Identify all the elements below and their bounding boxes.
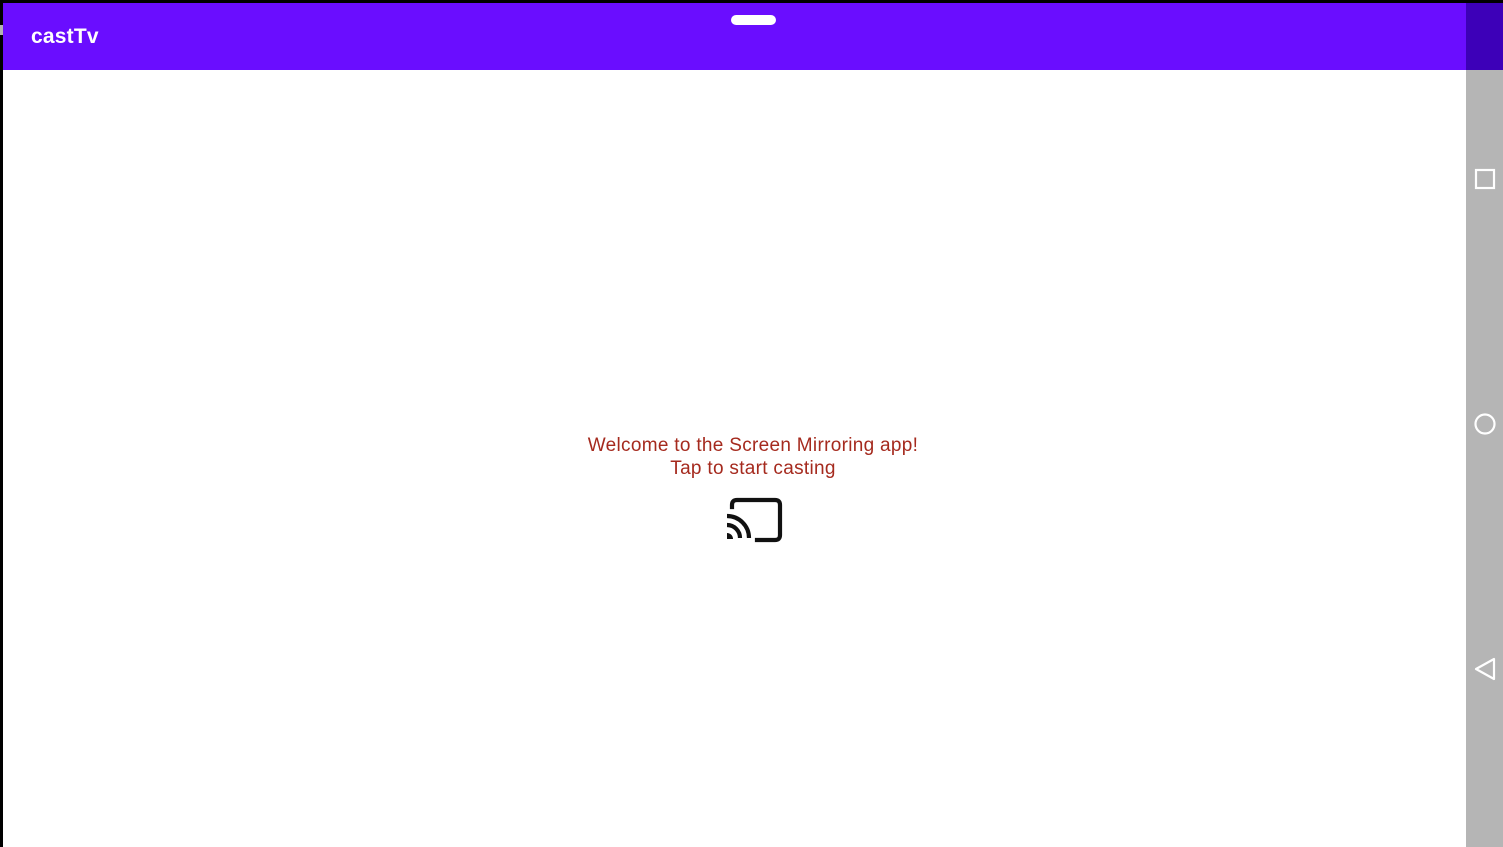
app-screen: castTv Welcome to the Screen Mirroring a… bbox=[3, 3, 1503, 847]
recents-button[interactable] bbox=[1472, 166, 1498, 192]
nav-bar-top-segment bbox=[1466, 3, 1503, 70]
system-nav-bar bbox=[1466, 70, 1503, 847]
welcome-line-2: Tap to start casting bbox=[670, 458, 836, 479]
home-icon bbox=[1474, 413, 1496, 435]
main-content: Welcome to the Screen Mirroring app! Tap… bbox=[3, 70, 1466, 847]
welcome-line-1: Welcome to the Screen Mirroring app! bbox=[587, 435, 919, 456]
drag-handle[interactable] bbox=[731, 15, 776, 25]
home-button[interactable] bbox=[1472, 411, 1498, 437]
cast-icon bbox=[726, 497, 783, 543]
back-button[interactable] bbox=[1472, 656, 1498, 682]
back-icon bbox=[1474, 657, 1496, 681]
app-title: castTv bbox=[31, 25, 99, 48]
cast-button[interactable] bbox=[723, 496, 783, 544]
app-bar: castTv bbox=[3, 3, 1466, 70]
device-frame: castTv Welcome to the Screen Mirroring a… bbox=[0, 0, 1503, 847]
welcome-message: Welcome to the Screen Mirroring app! Tap… bbox=[3, 434, 1503, 480]
recents-icon bbox=[1474, 168, 1496, 190]
